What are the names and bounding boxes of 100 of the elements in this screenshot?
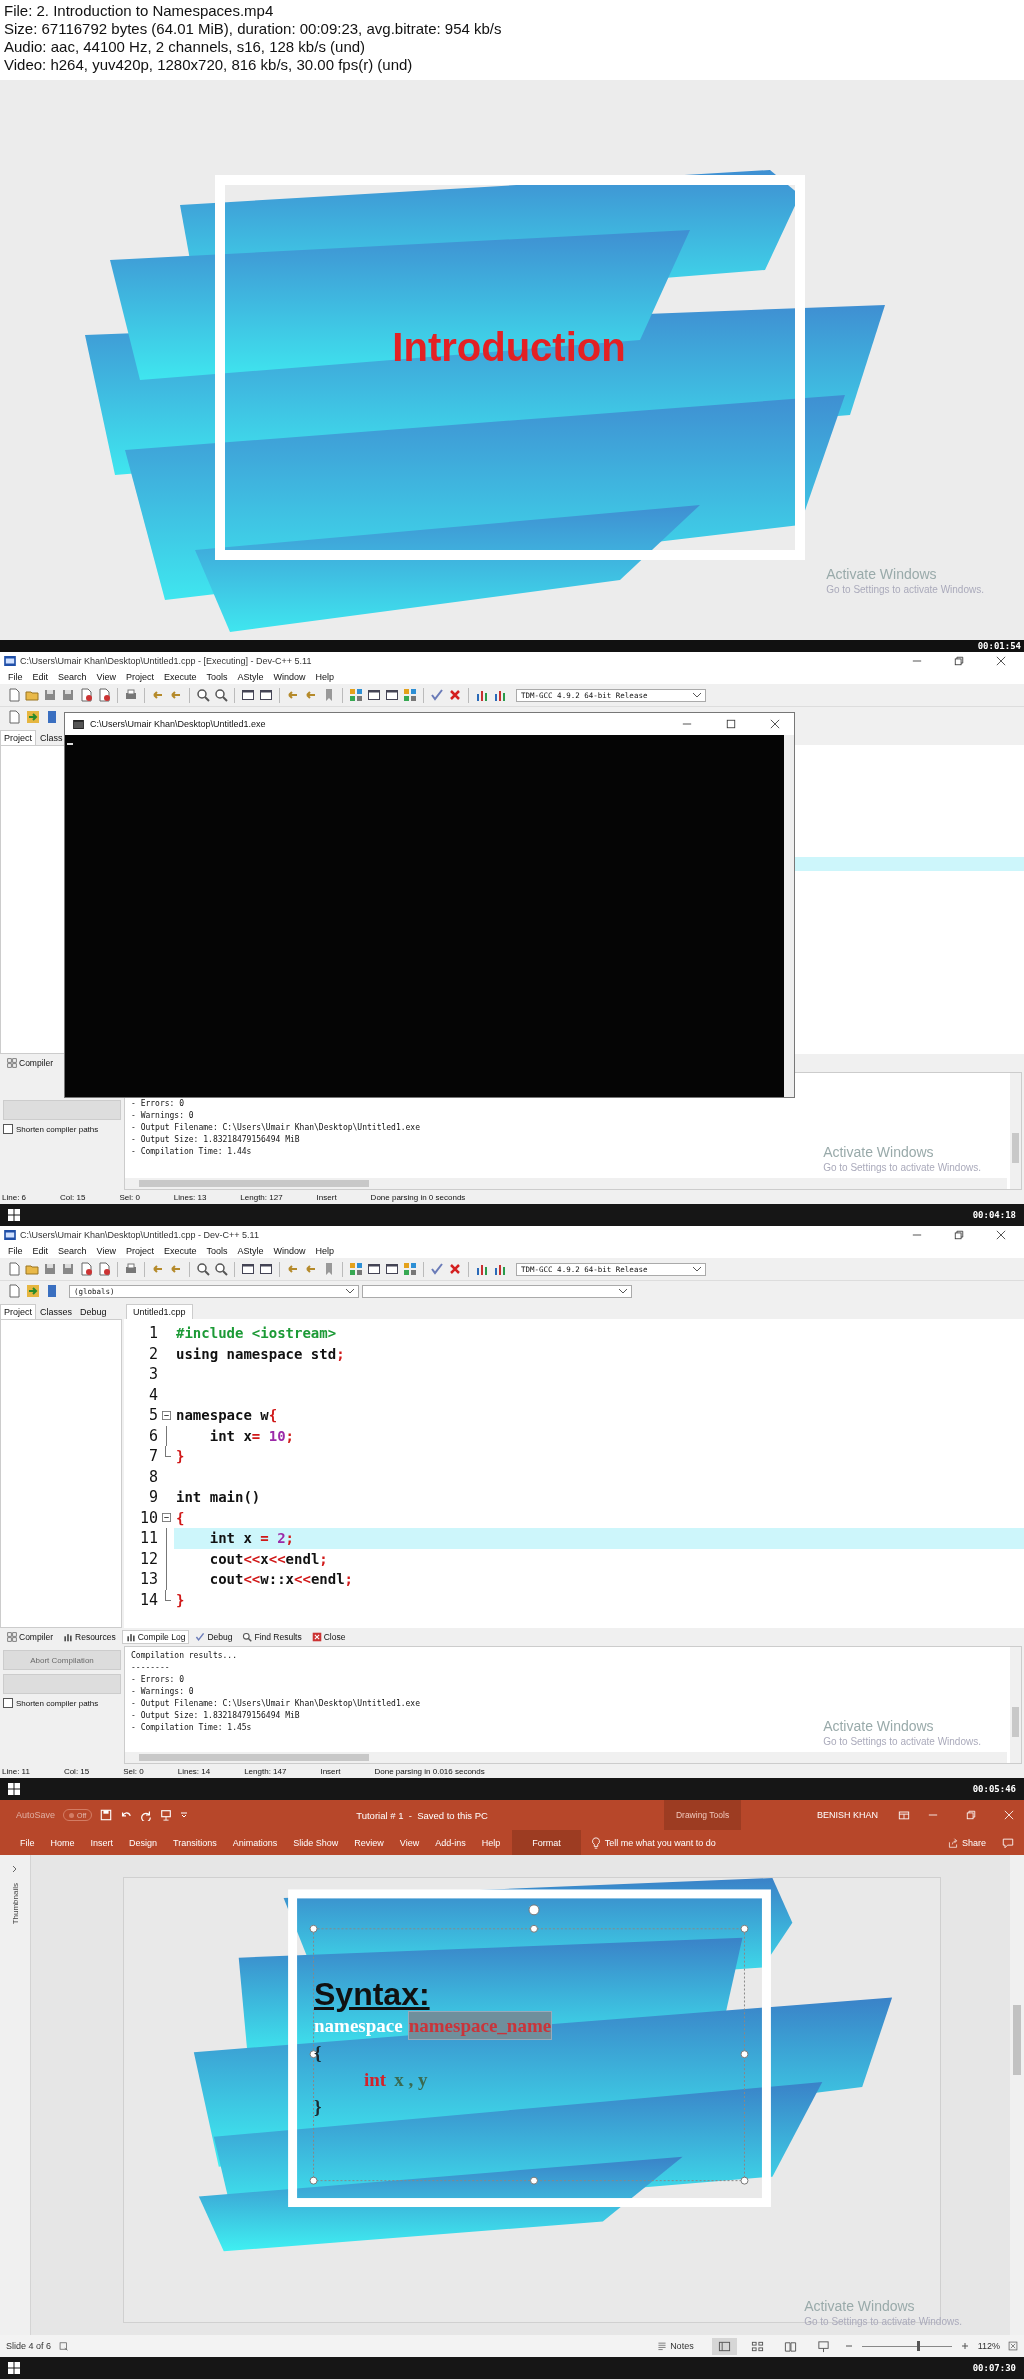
ribbon-display-icon[interactable] [898,1809,910,1821]
ribbon-tab[interactable]: Slide Show [285,1830,347,1855]
document-icon[interactable] [97,688,111,702]
output-tab[interactable]: Debug [191,1630,237,1644]
close-icon[interactable] [448,1262,462,1276]
zoom-level[interactable]: 112% [977,2341,1000,2351]
menu-item[interactable]: Window [268,672,311,682]
fit-to-window-icon[interactable] [1008,2341,1018,2351]
zoom-in-icon[interactable] [959,2341,970,2351]
dropdown-icon[interactable] [693,692,701,698]
user-name[interactable]: BENISH KHAN [817,1810,878,1820]
scrollbar[interactable] [1010,1073,1021,1189]
document-icon[interactable] [7,710,21,724]
book-icon[interactable] [45,1284,59,1298]
chart-icon[interactable] [475,1262,489,1276]
scrollbar[interactable] [784,735,794,1097]
ribbon-tab[interactable]: Animations [224,1830,286,1855]
panel-tab[interactable]: Class [36,730,67,745]
menu-item[interactable]: Project [120,672,159,682]
normal-view-icon[interactable] [711,2337,737,2355]
menu-item[interactable]: Search [53,1246,92,1256]
output-tab[interactable]: Resources [59,1630,120,1644]
chart-icon[interactable] [493,688,507,702]
panel-tab[interactable]: Project [0,1304,36,1319]
menu-item[interactable]: Window [268,1246,311,1256]
search-icon[interactable] [196,1262,210,1276]
menu-item[interactable]: File [3,672,28,682]
chart-icon[interactable] [493,1262,507,1276]
dropdown-icon[interactable] [619,1288,627,1294]
share-button[interactable]: Share [947,1836,986,1849]
arrow-icon[interactable] [26,1284,40,1298]
output-tab[interactable]: Compiler [3,1630,57,1644]
close-icon[interactable] [996,656,1006,666]
window-icon[interactable] [385,688,399,702]
window-icon[interactable] [367,688,381,702]
window-icon[interactable] [241,688,255,702]
menu-item[interactable]: File [3,1246,28,1256]
window-icon[interactable] [259,688,273,702]
panel-tab[interactable]: Project [0,730,36,745]
printer-icon[interactable] [124,688,138,702]
menu-item[interactable]: View [91,672,121,682]
menu-item[interactable]: Tools [201,1246,233,1256]
menu-item[interactable]: Help [310,1246,340,1256]
scrollbar[interactable] [1010,1647,1021,1763]
search-icon[interactable] [196,688,210,702]
grid-icon[interactable] [403,1262,417,1276]
menu-item[interactable]: Help [310,672,340,682]
close-icon[interactable] [770,719,780,729]
grid-icon[interactable] [349,1262,363,1276]
arrow-icon[interactable] [26,710,40,724]
notes-button[interactable]: Notes [657,2341,694,2351]
editor-tab[interactable]: Untitled1.cpp [126,1304,193,1319]
menu-item[interactable]: AStyle [232,1246,269,1256]
grid-icon[interactable] [403,688,417,702]
dropdown-icon[interactable] [346,1288,354,1294]
search-icon[interactable] [214,1262,228,1276]
menu-item[interactable]: Execute [158,1246,202,1256]
document-icon[interactable] [97,1262,111,1276]
check-icon[interactable] [430,1262,444,1276]
grid-icon[interactable] [349,688,363,702]
scrollbar[interactable] [1010,1855,1024,2335]
comment-icon[interactable] [1002,1836,1014,1849]
scrollbar[interactable] [125,1178,1007,1189]
menu-item[interactable]: Project [120,1246,159,1256]
menu-item[interactable]: Tools [201,672,233,682]
scrollbar[interactable] [125,1752,1007,1763]
ribbon-tab[interactable]: Help [473,1830,509,1855]
ribbon-tab[interactable]: View [391,1830,428,1855]
ribbon-tab[interactable]: Home [42,1830,83,1855]
checkbox[interactable] [3,1698,13,1708]
search-icon[interactable] [214,688,228,702]
checkbox[interactable] [3,1124,13,1134]
restore-icon[interactable] [954,656,964,666]
output-tab[interactable]: Compiler [3,1056,57,1070]
output-tab[interactable]: Compile Log [121,1630,190,1644]
tell-me-field[interactable]: Tell me what you want to do [590,1836,716,1849]
panel-tab[interactable]: Debug [76,1304,111,1319]
dropdown-icon[interactable] [693,1266,701,1272]
menu-item[interactable]: Search [53,672,92,682]
window-icon[interactable] [367,1262,381,1276]
ribbon-tab[interactable]: File [12,1830,43,1855]
document-icon[interactable] [7,1262,21,1276]
close-icon[interactable] [448,688,462,702]
panel-tab[interactable]: Classes [36,1304,77,1319]
restore-icon[interactable] [954,1230,964,1240]
document-icon[interactable] [79,1262,93,1276]
maximize-icon[interactable] [726,719,736,729]
book-icon[interactable] [45,710,59,724]
menu-item[interactable]: AStyle [232,672,269,682]
close-icon[interactable] [996,1230,1006,1240]
restore-icon[interactable] [966,1810,976,1820]
window-icon[interactable] [241,1262,255,1276]
document-icon[interactable] [7,1284,21,1298]
menu-item[interactable]: Execute [158,672,202,682]
document-icon[interactable] [79,688,93,702]
selection-frame[interactable] [309,1904,749,2185]
redo-icon[interactable] [140,1809,153,1821]
menu-item[interactable]: Edit [27,672,54,682]
presentation-icon[interactable] [160,1809,173,1821]
windows-logo-icon[interactable] [8,1783,20,1795]
